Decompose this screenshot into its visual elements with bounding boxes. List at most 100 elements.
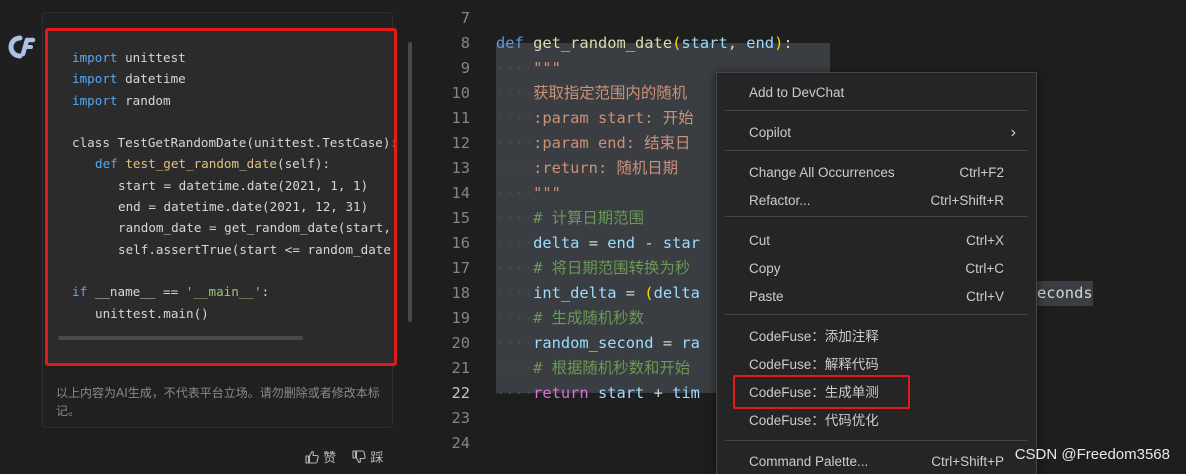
code-token: :return: 随机日期	[533, 159, 679, 177]
menu-item-codefuse-7[interactable]: CodeFuse：添加注释	[717, 324, 1036, 350]
editor-line: ····# 将日期范围转换为秒	[496, 256, 690, 281]
code-line: import random	[72, 90, 394, 111]
code-token: star	[662, 234, 700, 252]
code-line: def test_get_random_date(self):	[72, 153, 394, 174]
editor-line: ····:return: 随机日期	[496, 156, 678, 181]
whitespace-indicator: ····	[496, 259, 534, 277]
code-token: get_random_date	[533, 34, 673, 52]
menu-item-shortcut: Ctrl+C	[965, 261, 1004, 276]
code-lines: import unittest import datetime import ran…	[72, 47, 394, 324]
menu-item-cut-4[interactable]: Cut Ctrl+X	[717, 228, 1036, 254]
codefuse-logo-icon	[6, 34, 36, 60]
line-number: 14	[451, 184, 470, 202]
thumb-down-icon	[352, 450, 366, 464]
line-number: 11	[451, 109, 470, 127]
menu-item-label: Add to DevChat	[749, 85, 845, 100]
code-token: -	[635, 234, 663, 252]
code-line: self.assertTrue(start <= random_date <= …	[72, 239, 394, 260]
code-line: if __name__ == '__main__':	[72, 281, 394, 302]
code-token: end	[607, 234, 636, 252]
line-18-overflow-text: econds	[1037, 281, 1093, 306]
code-line: class TestGetRandomDate(unittest.TestCas…	[72, 132, 394, 153]
menu-item-add-to-devchat-0[interactable]: Add to DevChat	[717, 80, 1036, 106]
dislike-button[interactable]: 踩	[352, 447, 383, 466]
whitespace-indicator: ····	[496, 334, 534, 352]
menu-item-shortcut: Ctrl+F2	[959, 165, 1004, 180]
code-token: datetime	[117, 71, 186, 87]
line-number: 15	[451, 209, 470, 227]
menu-item-label: Refactor...	[749, 193, 811, 208]
code-line: import datetime	[72, 68, 394, 89]
line-number: 13	[451, 159, 470, 177]
menu-item-refactor-3[interactable]: Refactor... Ctrl+Shift+R	[717, 188, 1036, 214]
code-token: delta	[653, 284, 700, 302]
menu-separator	[725, 150, 1028, 151]
line-number: 22	[451, 384, 470, 402]
like-button[interactable]: 赞	[305, 447, 336, 466]
code-token: ,	[727, 34, 747, 52]
menu-item-change-all-occurrences-2[interactable]: Change All Occurrences Ctrl+F2	[717, 160, 1036, 186]
menu-separator	[725, 216, 1028, 217]
whitespace-indicator: ····	[496, 159, 534, 177]
menu-item-shortcut: Ctrl+Shift+P	[931, 454, 1004, 469]
line-number: 21	[451, 359, 470, 377]
menu-item-shortcut: Ctrl+Shift+R	[930, 193, 1004, 208]
dislike-label: 踩	[370, 451, 384, 466]
line-number: 9	[460, 59, 470, 77]
menu-separator	[725, 314, 1028, 315]
code-token: test_get_random_date	[125, 156, 277, 172]
line-number: 10	[451, 84, 470, 102]
editor-line: ····# 生成随机秒数	[496, 306, 644, 331]
menu-item-paste-6[interactable]: Paste Ctrl+V	[717, 284, 1036, 310]
code-horizontal-scrollbar[interactable]	[58, 336, 303, 340]
whitespace-indicator: ····	[496, 134, 534, 152]
context-menu: Add to DevChat Copilot › Change All Occurre…	[716, 72, 1037, 474]
menu-item-codefuse-10[interactable]: CodeFuse：代码优化	[717, 408, 1036, 434]
whitespace-indicator: ····	[496, 84, 534, 102]
code-token: =	[653, 334, 682, 352]
code-token: unittest.main()	[95, 305, 209, 321]
code-line: import unittest	[72, 47, 394, 68]
code-line: start = datetime.date(2021, 1, 1)	[72, 175, 394, 196]
code-line: end = datetime.date(2021, 12, 31)	[72, 196, 394, 217]
code-token: return	[533, 384, 589, 402]
menu-item-command-palette-11[interactable]: Command Palette... Ctrl+Shift+P	[717, 449, 1036, 474]
code-token: __name__ ==	[87, 284, 186, 300]
line-number: 8	[460, 34, 470, 52]
code-token: )	[774, 34, 784, 52]
generated-code-block[interactable]: import unittest import datetime import ran…	[45, 28, 397, 366]
code-token: """	[533, 184, 561, 202]
code-token: # 计算日期范围	[533, 209, 644, 227]
whitespace-indicator: ····	[496, 109, 534, 127]
menu-item-copy-5[interactable]: Copy Ctrl+C	[717, 256, 1036, 282]
code-line: random_date = get_random_date(start, end…	[72, 217, 394, 238]
code-token: :param end: 结束日	[533, 134, 691, 152]
code-token: ra	[681, 334, 700, 352]
code-token: (	[672, 34, 682, 52]
menu-item-label: CodeFuse：解释代码	[749, 357, 879, 372]
editor-line: def get_random_date(start, end):	[496, 31, 793, 56]
code-token: random_date = get_random_date(start, end…	[118, 220, 391, 236]
code-token: end = datetime.date(2021, 12, 31)	[118, 199, 369, 215]
editor-line: ····delta = end - star	[496, 231, 700, 256]
menu-item-label: Paste	[749, 289, 784, 304]
line-number: 12	[451, 134, 470, 152]
like-label: 赞	[323, 451, 337, 466]
whitespace-indicator: ····	[496, 234, 534, 252]
code-token: 获取指定范围内的随机	[533, 84, 687, 102]
whitespace-indicator: ····	[496, 359, 534, 377]
code-token: # 生成随机秒数	[533, 309, 644, 327]
editor-line: ····random_second = ra	[496, 331, 700, 356]
code-token: start = datetime.date(2021, 1, 1)	[118, 177, 369, 193]
menu-item-label: CodeFuse：添加注释	[749, 329, 879, 344]
code-token: random_second	[533, 334, 654, 352]
whitespace-indicator: ····	[496, 309, 534, 327]
code-token: (self):	[277, 156, 331, 172]
code-line: unittest.main()	[72, 303, 394, 324]
menu-item-copilot-1[interactable]: Copilot ›	[717, 120, 1036, 146]
editor-line: ····:param start: 开始	[496, 106, 694, 131]
